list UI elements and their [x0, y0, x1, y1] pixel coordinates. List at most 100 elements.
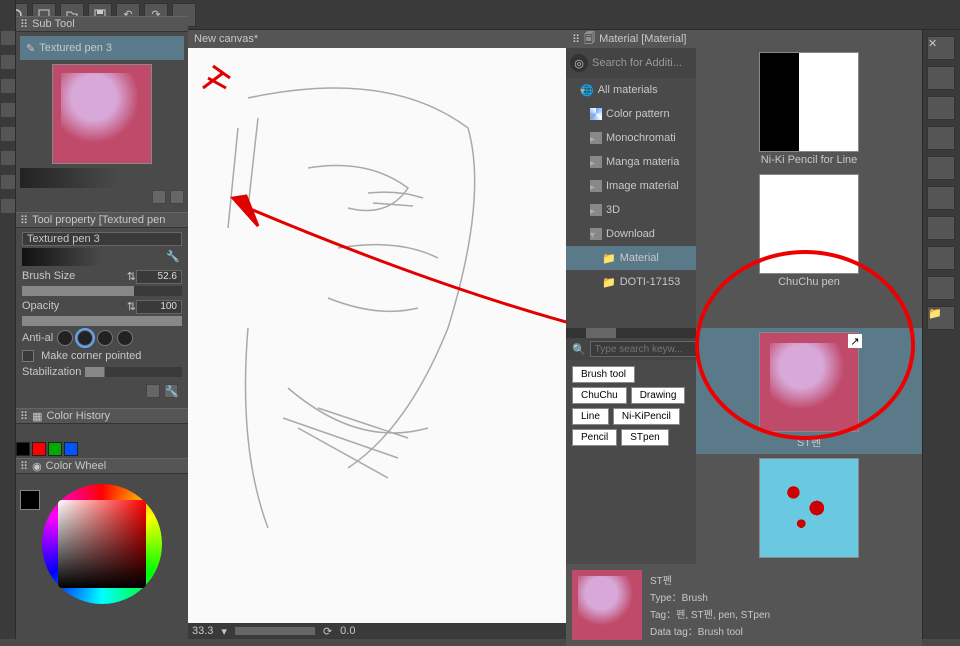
dock-icon-4[interactable] — [927, 156, 955, 180]
tag-stpen[interactable]: STpen — [621, 429, 668, 446]
detail-name: ST펜 — [650, 572, 770, 587]
tree-scrollbar[interactable] — [566, 328, 696, 338]
tag-chuchu[interactable]: ChuChu — [572, 387, 627, 404]
dock-icon-5[interactable] — [927, 186, 955, 210]
aa-option-2[interactable] — [77, 330, 93, 346]
material-tree: ◎ Search for Additi... 🌐All materials Co… — [566, 48, 696, 328]
toolprop-wrench-icon[interactable]: 🔧 — [164, 384, 178, 398]
close-icon[interactable]: ✕ — [927, 36, 955, 60]
material-panel-header[interactable]: ⠿ 🗐 Material [Material] — [566, 30, 922, 48]
corner-checkbox[interactable] — [22, 350, 34, 362]
material-item-stpen[interactable]: ↗ ST펜 — [696, 328, 922, 454]
tool-mini-7[interactable] — [1, 175, 15, 189]
colorhist-panel-header[interactable]: ⠿ ▦ Color History — [16, 408, 188, 424]
grip-icon: ⠿ — [572, 33, 580, 46]
aa-option-4[interactable] — [117, 330, 133, 346]
toolprop-panel-header[interactable]: ⠿ Tool property [Textured pen — [16, 212, 188, 228]
aa-option-1[interactable] — [57, 330, 73, 346]
color-swatches — [16, 440, 188, 458]
brush-size-slider[interactable] — [22, 286, 182, 296]
chevron-down-icon — [580, 85, 586, 95]
dock-icon-2[interactable] — [927, 96, 955, 120]
tool-mini-2[interactable] — [1, 55, 15, 69]
spiral-icon[interactable]: ◎ — [570, 54, 588, 72]
brush-size-value[interactable]: 52.6 — [136, 270, 182, 284]
colorwheel-panel-header[interactable]: ⠿ ◉ Color Wheel — [16, 458, 188, 474]
tree-all-materials[interactable]: 🌐All materials — [566, 78, 696, 102]
tool-mini-3[interactable] — [1, 79, 15, 93]
tree-manga[interactable]: Manga materia — [566, 150, 696, 174]
dock-icon-6[interactable] — [927, 216, 955, 240]
dock-icon-7[interactable] — [927, 246, 955, 270]
swatch-blue[interactable] — [64, 442, 78, 456]
right-dock: ✕ 📁 — [922, 30, 960, 639]
brush-preview-strip: 🔧 — [22, 248, 182, 266]
tag-pencil[interactable]: Pencil — [572, 429, 617, 446]
dock-icon-8[interactable] — [927, 276, 955, 300]
zoom-dropdown-icon[interactable]: ▾ — [221, 625, 227, 638]
toolprop-panel-label: Tool property [Textured pen — [32, 214, 165, 226]
folder-icon[interactable]: 📁 — [927, 306, 955, 330]
material-icon: 🗐 — [584, 30, 595, 49]
dock-icon-1[interactable] — [927, 66, 955, 90]
zoom-slider[interactable] — [235, 627, 315, 635]
stabilization-slider[interactable] — [85, 367, 182, 377]
subtool-prop-icon[interactable] — [152, 190, 166, 204]
chevron-right-icon — [590, 109, 596, 119]
fg-color-swatch[interactable] — [20, 490, 40, 510]
tree-3d[interactable]: 3D — [566, 198, 696, 222]
material-thumb — [759, 174, 859, 274]
toolprop-reset-icon[interactable] — [146, 384, 160, 398]
tool-mini-6[interactable] — [1, 151, 15, 165]
tree-download[interactable]: Download — [566, 222, 696, 246]
tag-brushtool[interactable]: Brush tool — [572, 366, 635, 383]
material-item-niki[interactable]: Ni-Ki Pencil for Line — [696, 48, 922, 170]
canvas[interactable] — [188, 48, 566, 623]
rotation-value[interactable]: 0.0 — [340, 625, 355, 637]
swatch-black[interactable] — [16, 442, 30, 456]
color-wheel[interactable] — [42, 484, 162, 604]
opacity-value[interactable]: 100 — [136, 300, 182, 314]
material-item-label: ChuChu pen — [696, 276, 922, 288]
swatch-red[interactable] — [32, 442, 46, 456]
antialias-label: Anti-al — [22, 332, 53, 344]
swatch-green[interactable] — [48, 442, 62, 456]
tool-mini-5[interactable] — [1, 127, 15, 141]
pen-icon: ✎ — [26, 42, 35, 55]
tree-image[interactable]: Image material — [566, 174, 696, 198]
tree-material-folder[interactable]: 📁Material — [566, 246, 696, 270]
dock-icon-3[interactable] — [927, 126, 955, 150]
material-list[interactable]: Ni-Ki Pencil for Line ChuChu pen — [696, 48, 922, 328]
chevron-right-icon — [590, 157, 596, 167]
wrench-icon[interactable]: 🔧 — [166, 250, 180, 263]
tree-color-pattern[interactable]: Color pattern — [566, 102, 696, 126]
opacity-slider[interactable] — [22, 316, 182, 326]
colorhist-label: Color History — [46, 410, 110, 422]
canvas-tab[interactable]: New canvas* — [188, 30, 566, 48]
tree-monochrome[interactable]: Monochromati — [566, 126, 696, 150]
material-search-text[interactable]: Search for Additi... — [592, 57, 682, 69]
subtool-selected[interactable]: ✎ Textured pen 3 — [20, 36, 184, 60]
tree-doti[interactable]: 📁DOTI-17153 — [566, 270, 696, 294]
toolprop-name-field[interactable]: Textured pen 3 — [22, 232, 182, 246]
grip-icon: ⠿ — [20, 410, 28, 423]
tool-strip — [0, 0, 16, 639]
subtool-menu-icon[interactable] — [170, 190, 184, 204]
material-item-chuchu[interactable]: ChuChu pen — [696, 170, 922, 292]
tag-nikipencil[interactable]: Ni-KiPencil — [613, 408, 680, 425]
link-icon[interactable]: ⇅ — [127, 300, 136, 313]
tool-mini-8[interactable] — [1, 199, 15, 213]
tool-mini-4[interactable] — [1, 103, 15, 117]
subtool-panel-label: Sub Tool — [32, 18, 75, 30]
material-item-splat[interactable] — [696, 454, 922, 564]
external-icon[interactable]: ↗ — [848, 334, 862, 348]
tool-mini-1[interactable] — [1, 31, 15, 45]
canvas-area: New canvas* 33.3 ▾ — [188, 30, 566, 639]
tag-drawing[interactable]: Drawing — [631, 387, 686, 404]
link-icon[interactable]: ⇅ — [127, 270, 136, 283]
tag-line[interactable]: Line — [572, 408, 609, 425]
zoom-value[interactable]: 33.3 — [192, 625, 213, 637]
subtool-thumbnail[interactable] — [52, 64, 152, 164]
aa-option-3[interactable] — [97, 330, 113, 346]
subtool-panel-header[interactable]: ⠿ Sub Tool — [16, 16, 188, 32]
